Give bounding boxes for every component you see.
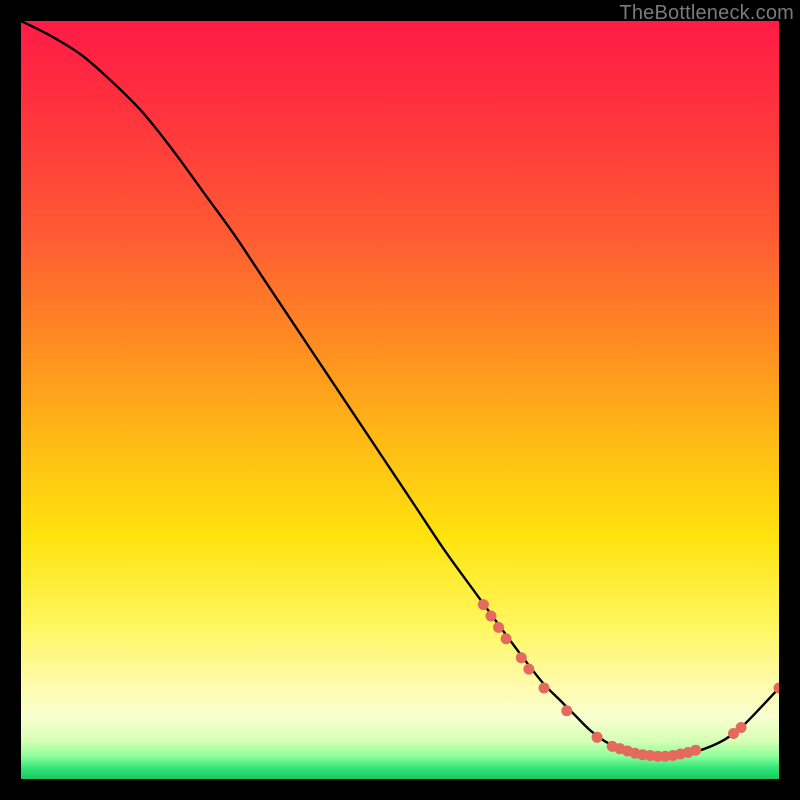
bottleneck-curve	[21, 21, 779, 756]
data-point-marker	[501, 633, 512, 644]
data-point-marker	[493, 622, 504, 633]
data-point-marker	[561, 705, 572, 716]
data-point-marker	[592, 732, 603, 743]
data-point-marker	[539, 683, 550, 694]
data-point-marker	[736, 722, 747, 733]
curve-markers	[478, 599, 779, 762]
plot-area	[21, 21, 779, 779]
chart-svg	[21, 21, 779, 779]
data-point-marker	[485, 611, 496, 622]
data-point-marker	[523, 664, 534, 675]
data-point-marker	[690, 745, 701, 756]
data-point-marker	[478, 599, 489, 610]
data-point-marker	[516, 652, 527, 663]
chart-stage: TheBottleneck.com	[0, 0, 800, 800]
